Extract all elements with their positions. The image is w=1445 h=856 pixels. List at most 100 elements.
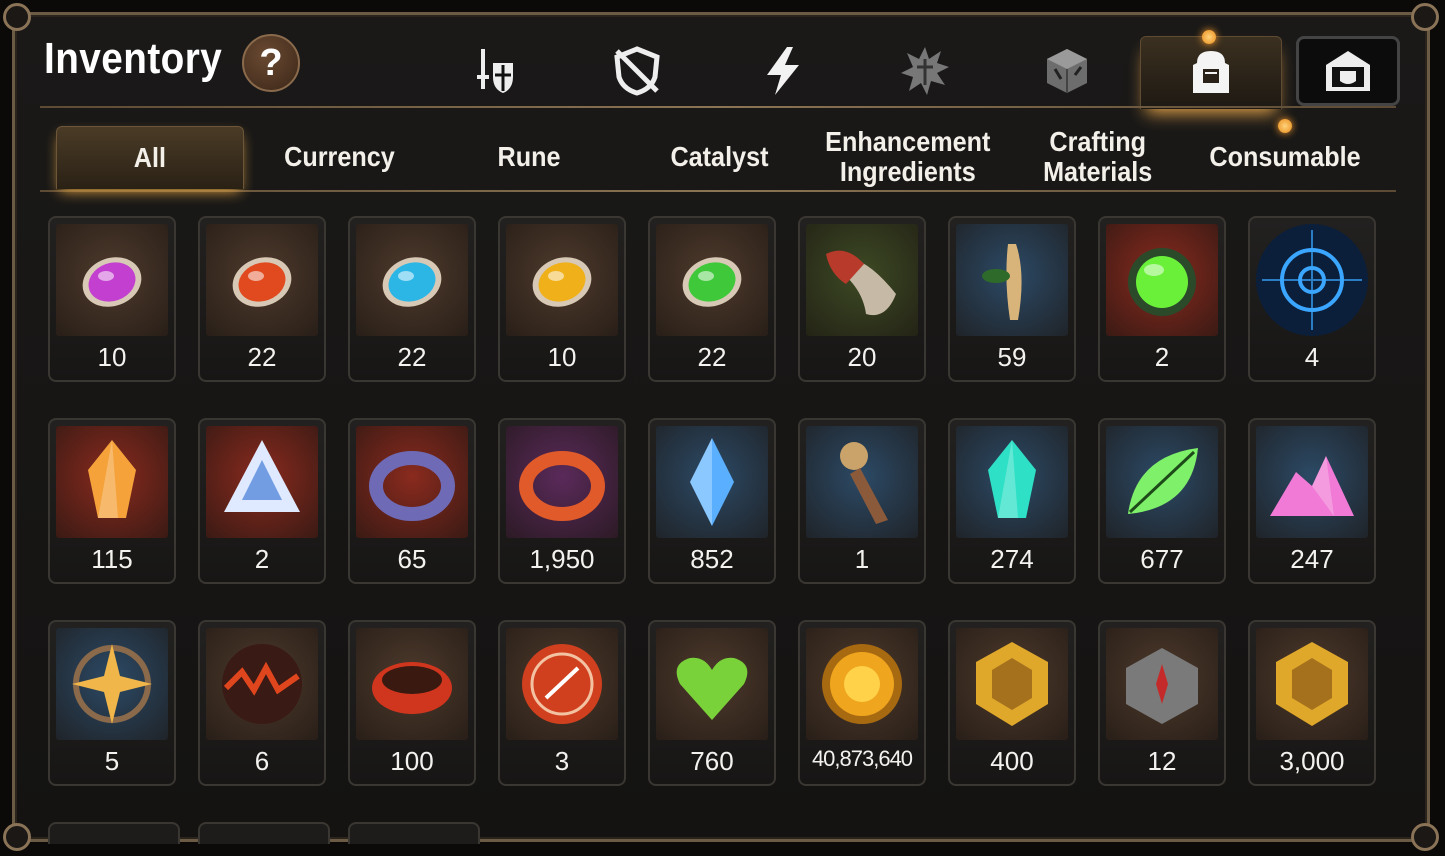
item-count: 247 bbox=[1290, 544, 1334, 574]
frame-corner bbox=[1411, 823, 1439, 851]
frame-corner bbox=[3, 823, 31, 851]
item-count: 115 bbox=[91, 544, 133, 574]
item-slot[interactable]: 22 bbox=[648, 216, 776, 382]
tab-catalyst[interactable]: Catalyst bbox=[624, 126, 814, 188]
frame-corner bbox=[1411, 3, 1439, 31]
item-slot[interactable]: 852 bbox=[648, 418, 776, 584]
red-claw-icon bbox=[806, 224, 918, 336]
item-slot[interactable]: 20 bbox=[798, 216, 926, 382]
item-count: 677 bbox=[1140, 544, 1184, 574]
item-slot[interactable]: 100 bbox=[348, 620, 476, 786]
bead-pendant-icon bbox=[356, 426, 468, 538]
cube-icon[interactable] bbox=[1032, 40, 1102, 102]
compass-pendulum-icon bbox=[806, 426, 918, 538]
tab-consumable[interactable]: Consumable bbox=[1190, 126, 1380, 188]
item-slot[interactable]: 2 bbox=[198, 418, 326, 584]
tab-rune[interactable]: Rune bbox=[434, 126, 624, 188]
yellow-rune-icon bbox=[506, 224, 618, 336]
item-slot[interactable]: 5 bbox=[48, 620, 176, 786]
item-slot[interactable] bbox=[48, 822, 180, 844]
red-bracelet-icon bbox=[356, 628, 468, 740]
blue-rune-circle-icon bbox=[1256, 224, 1368, 336]
green-heart-icon bbox=[656, 628, 768, 740]
item-slot[interactable]: 677 bbox=[1098, 418, 1226, 584]
divider bbox=[40, 190, 1396, 192]
item-slot[interactable]: 3,000 bbox=[1248, 620, 1376, 786]
item-count: 65 bbox=[397, 544, 427, 574]
orange-crystal-icon bbox=[56, 426, 168, 538]
item-count: 22 bbox=[247, 342, 277, 372]
item-slot[interactable]: 400 bbox=[948, 620, 1076, 786]
item-slot[interactable] bbox=[348, 822, 480, 844]
tab-label: Catalyst bbox=[669, 141, 769, 172]
red-rune-icon bbox=[206, 224, 318, 336]
shop-icon[interactable] bbox=[1296, 36, 1400, 106]
spiky-emblem-icon[interactable] bbox=[890, 40, 960, 102]
tab-label: Consumable bbox=[1209, 141, 1361, 172]
item-count: 2 bbox=[254, 544, 270, 574]
pink-crystal-pile-icon bbox=[1256, 426, 1368, 538]
item-slot[interactable]: 4 bbox=[1248, 216, 1376, 382]
teal-crystal-icon bbox=[956, 426, 1068, 538]
item-count: 3,000 bbox=[1279, 746, 1345, 776]
item-slot[interactable]: 1 bbox=[798, 418, 926, 584]
item-count: 1,950 bbox=[529, 544, 595, 574]
ginseng-root-icon bbox=[956, 224, 1068, 336]
item-count: 59 bbox=[997, 342, 1027, 372]
item-slot[interactable]: 12 bbox=[1098, 620, 1226, 786]
item-slot[interactable]: 10 bbox=[498, 216, 626, 382]
flower-ring-icon bbox=[506, 426, 618, 538]
item-slot[interactable]: 6 bbox=[198, 620, 326, 786]
tab-crafting-materials[interactable]: Crafting Materials bbox=[1010, 126, 1186, 188]
item-count: 760 bbox=[690, 746, 734, 776]
item-slot[interactable]: 65 bbox=[348, 418, 476, 584]
item-count: 10 bbox=[97, 342, 127, 372]
item-count: 40,873,640 bbox=[811, 746, 913, 771]
crossed-shield-icon[interactable] bbox=[602, 40, 672, 102]
triangle-crystal-icon bbox=[206, 426, 318, 538]
frame-corner bbox=[3, 3, 31, 31]
tab-all[interactable]: All bbox=[56, 126, 244, 189]
item-slot[interactable]: 1,950 bbox=[498, 418, 626, 584]
item-count: 5 bbox=[104, 746, 120, 776]
item-slot[interactable]: 2 bbox=[1098, 216, 1226, 382]
star-amulet-icon bbox=[56, 628, 168, 740]
gold-emblem-icon bbox=[956, 628, 1068, 740]
blue-rune-icon bbox=[356, 224, 468, 336]
item-slot[interactable]: 22 bbox=[348, 216, 476, 382]
tab-currency[interactable]: Currency bbox=[244, 126, 434, 188]
item-slot[interactable]: 10 bbox=[48, 216, 176, 382]
help-button[interactable]: ? bbox=[242, 34, 300, 92]
item-slot[interactable]: 59 bbox=[948, 216, 1076, 382]
tab-enhancement-ingredients[interactable]: Enhancement Ingredients bbox=[806, 126, 1010, 188]
item-count: 3 bbox=[554, 746, 570, 776]
notification-dot bbox=[1202, 30, 1216, 44]
bag-icon[interactable] bbox=[1140, 36, 1282, 109]
item-count: 6 bbox=[254, 746, 270, 776]
item-slot[interactable]: 274 bbox=[948, 418, 1076, 584]
item-slot[interactable]: 760 bbox=[648, 620, 776, 786]
green-potion-icon bbox=[1106, 224, 1218, 336]
notification-dot bbox=[1278, 119, 1292, 133]
item-slot[interactable]: 40,873,640 bbox=[798, 620, 926, 786]
lightning-icon[interactable] bbox=[748, 40, 818, 102]
seal-badge-icon bbox=[506, 628, 618, 740]
item-slot[interactable]: 115 bbox=[48, 418, 176, 584]
item-count: 1 bbox=[854, 544, 870, 574]
item-count: 10 bbox=[547, 342, 577, 372]
lava-orb-icon bbox=[206, 628, 318, 740]
item-count: 4 bbox=[1304, 342, 1320, 372]
item-slot[interactable]: 3 bbox=[498, 620, 626, 786]
item-slot[interactable]: 247 bbox=[1248, 418, 1376, 584]
stone-compass-icon bbox=[1106, 628, 1218, 740]
equipment-icon[interactable] bbox=[458, 40, 528, 102]
item-slot[interactable]: 22 bbox=[198, 216, 326, 382]
blue-gem-icon bbox=[656, 426, 768, 538]
item-slot[interactable] bbox=[198, 822, 330, 844]
gold-coin-icon bbox=[806, 628, 918, 740]
tab-label: Enhancement Ingredients bbox=[825, 126, 991, 187]
green-rune-icon bbox=[656, 224, 768, 336]
green-leaf-icon bbox=[1106, 426, 1218, 538]
item-count: 852 bbox=[690, 544, 734, 574]
item-count: 2 bbox=[1154, 342, 1170, 372]
